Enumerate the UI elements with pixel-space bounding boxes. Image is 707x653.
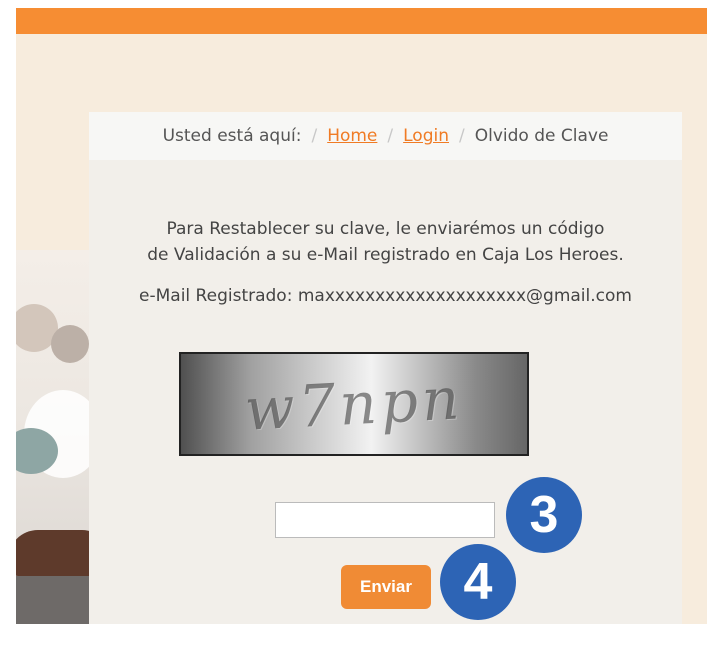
breadcrumb-separator: /	[459, 126, 465, 146]
registered-email-value: maxxxxxxxxxxxxxxxxxxxx@gmail.com	[297, 286, 632, 306]
breadcrumb-current-page: Olvido de Clave	[474, 126, 609, 146]
breadcrumb-prefix: Usted está aquí:	[162, 126, 302, 146]
step-three-badge: 3	[506, 477, 582, 553]
breadcrumb: Usted está aquí: / Home / Login / Olvido…	[89, 112, 682, 160]
registered-email-label: e-Mail Registrado:	[139, 286, 293, 306]
breadcrumb-separator: /	[311, 126, 318, 146]
send-button[interactable]: Enviar	[341, 565, 431, 609]
breadcrumb-separator: /	[387, 126, 394, 146]
captcha-image: w7npn	[179, 352, 529, 456]
breadcrumb-login-link[interactable]: Login	[403, 126, 449, 146]
captcha-input[interactable]	[275, 502, 495, 538]
instruction-line-2: de Validación a su e-Mail registrado en …	[147, 245, 624, 265]
pillow-shape	[51, 325, 89, 363]
reset-instructions: Para Restablecer su clave, le enviarémos…	[89, 216, 682, 268]
top-accent-bar	[16, 8, 707, 34]
registered-email-line: e-Mail Registrado: maxxxxxxxxxxxxxxxxxxx…	[89, 286, 682, 306]
page-frame: Usted está aquí: / Home / Login / Olvido…	[0, 0, 707, 653]
step-four-badge: 4	[440, 544, 516, 620]
instruction-line-1: Para Restablecer su clave, le enviarémos…	[166, 219, 605, 239]
captcha-text: w7npn	[243, 364, 465, 444]
breadcrumb-home-link[interactable]: Home	[327, 126, 377, 146]
password-reset-panel: Usted está aquí: / Home / Login / Olvido…	[89, 112, 682, 624]
